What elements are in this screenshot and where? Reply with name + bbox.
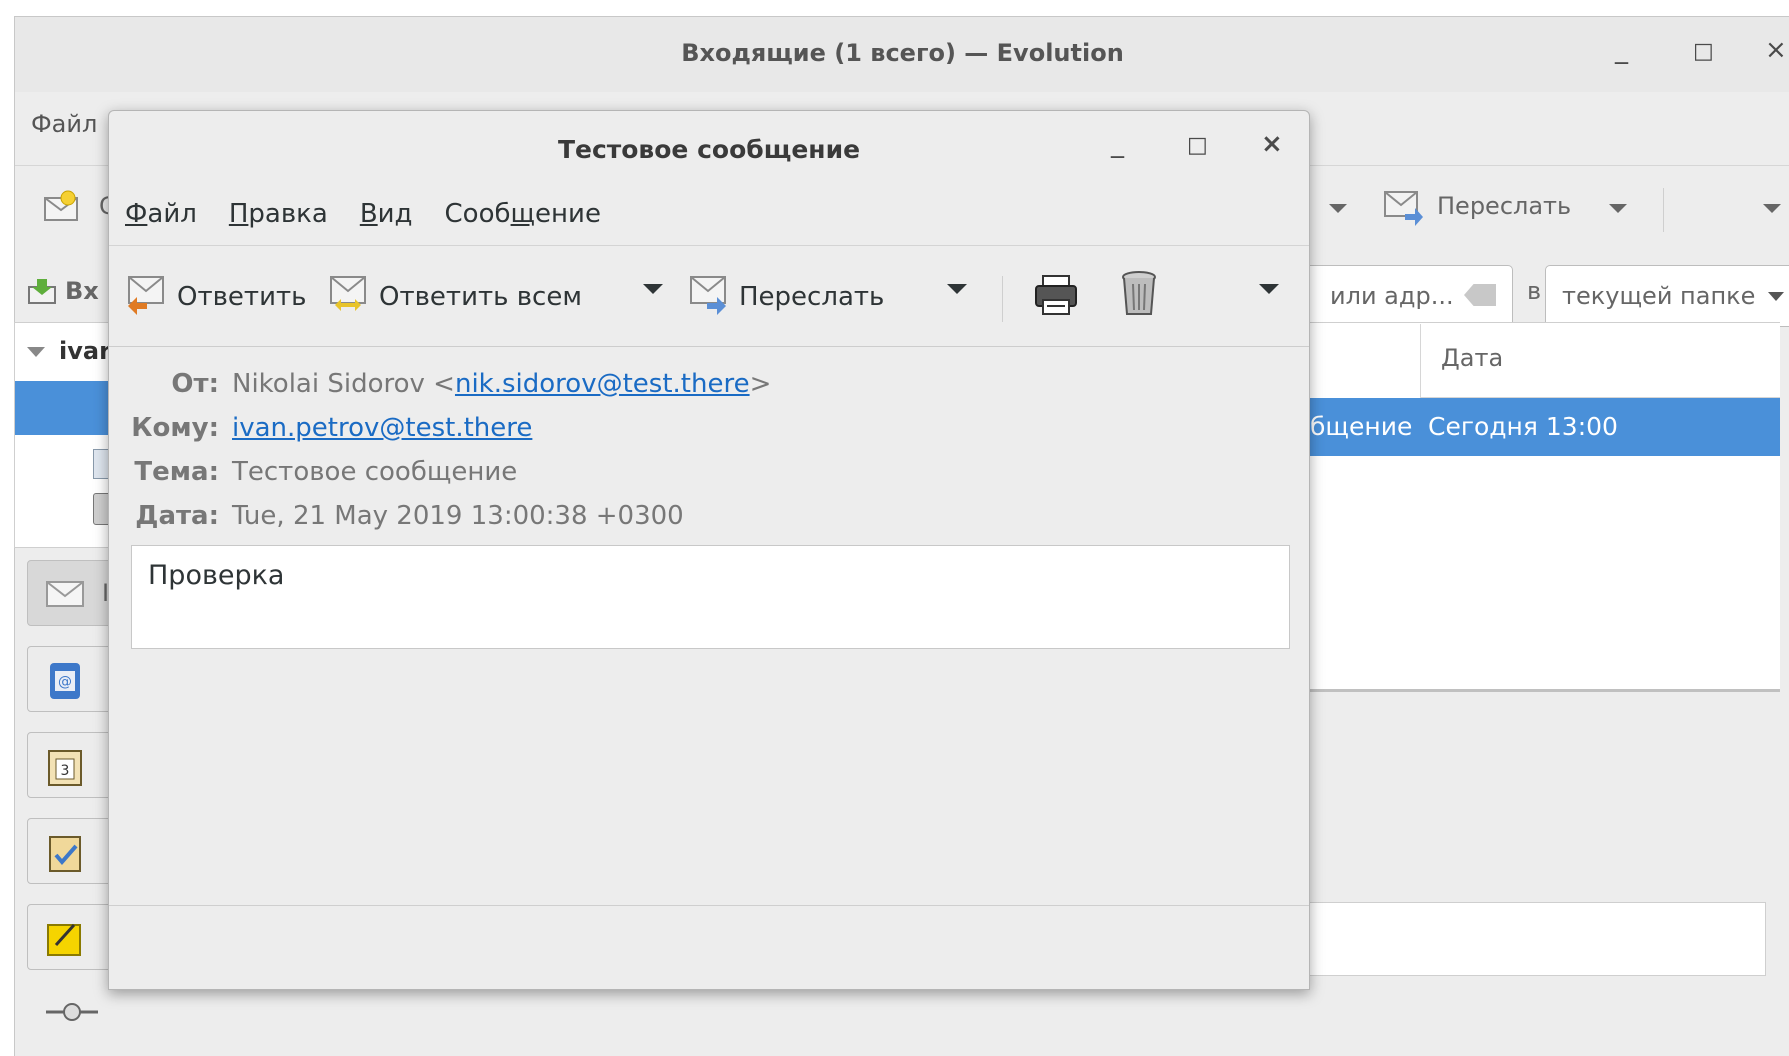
new-message-icon[interactable]: [43, 190, 81, 224]
memos-icon: [46, 919, 84, 957]
header-from-label: От:: [171, 369, 219, 399]
search-in-label: в: [1527, 277, 1542, 305]
reply-dropdown-arrow[interactable]: [1329, 204, 1347, 213]
from-email-link[interactable]: nik.sidorov@test.there: [455, 369, 750, 399]
header-subject-value: Тестовое сообщение: [232, 457, 518, 487]
switcher-calendar[interactable]: 3: [27, 732, 117, 798]
dialog-title: Тестовое сообщение: [557, 135, 861, 164]
print-icon[interactable]: [1033, 272, 1079, 318]
main-menu-file[interactable]: Файл: [31, 110, 97, 138]
folder-tree: ivar: [14, 322, 115, 548]
header-from-value: Nikolai Sidorov <nik.sidorov@test.there>: [232, 369, 772, 399]
message-subject-cell: бщение: [1310, 412, 1413, 441]
dialog-statusbar: [109, 905, 1309, 989]
clear-search-icon[interactable]: [1464, 284, 1496, 306]
chevron-down-icon: [1768, 292, 1784, 301]
search-scope-value: текущей папке: [1562, 282, 1756, 310]
switcher-handle-icon[interactable]: [44, 1000, 100, 1024]
account-name[interactable]: ivar: [59, 337, 111, 365]
header-from-row: От: Nikolai Sidorov <nik.sidorov@test.th…: [109, 369, 1289, 409]
menu-edit[interactable]: Правка: [229, 199, 328, 229]
search-scope-select[interactable]: текущей папке: [1545, 265, 1789, 327]
column-date-label: Дата: [1441, 344, 1504, 372]
menu-view[interactable]: Вид: [360, 199, 413, 229]
reply-all-dropdown-arrow[interactable]: [643, 284, 663, 294]
mail-icon: [46, 581, 84, 607]
search-input-text: или адр...: [1330, 282, 1454, 310]
header-date-row: Дата: Tue, 21 May 2019 13:00:38 +0300: [109, 501, 1289, 541]
main-close-button[interactable]: ×: [1765, 37, 1787, 63]
main-window-title: Входящие (1 всего) — Evolution: [681, 39, 1124, 67]
svg-text:3: 3: [61, 763, 70, 779]
svg-text:@: @: [58, 674, 72, 690]
main-maximize-button[interactable]: □: [1693, 41, 1714, 63]
header-date-label: Дата:: [135, 501, 219, 531]
contacts-icon: @: [46, 661, 84, 701]
forward-icon[interactable]: [1383, 186, 1423, 226]
to-email-link[interactable]: ivan.petrov@test.there: [232, 413, 532, 443]
dialog-maximize-button[interactable]: □: [1187, 135, 1208, 157]
toolbar-overflow-arrow[interactable]: [1259, 284, 1279, 294]
switcher-memos[interactable]: [27, 904, 117, 970]
switcher-contacts[interactable]: @: [27, 646, 117, 712]
search-input[interactable]: или адр...: [1301, 265, 1513, 327]
dialog-menubar: Файл Правка Вид Сообщение: [125, 199, 601, 229]
reply-all-icon: [327, 273, 369, 322]
header-subject-label: Тема:: [134, 457, 219, 487]
reply-label: Ответить: [177, 282, 307, 312]
menu-file[interactable]: Файл: [125, 199, 197, 229]
menu-message[interactable]: Сообщение: [445, 199, 601, 229]
message-body: Проверка: [131, 545, 1290, 649]
column-header-date[interactable]: Дата: [1420, 324, 1780, 398]
switcher-mail[interactable]: I: [27, 560, 117, 626]
forward-button[interactable]: Переслать: [687, 272, 884, 322]
forward-label: Переслать: [739, 282, 885, 312]
main-minimize-button[interactable]: _: [1615, 37, 1628, 63]
toolbar-separator: [1002, 276, 1003, 322]
reply-button[interactable]: Ответить: [125, 272, 306, 322]
toolbar-separator: [1663, 188, 1664, 232]
main-forward-label[interactable]: Переслать: [1437, 192, 1571, 220]
main-titlebar: Входящие (1 всего) — Evolution _ □ ×: [15, 17, 1789, 92]
dialog-toolbar: Ответить Ответить всем Переслать: [109, 245, 1309, 347]
forward-icon: [687, 273, 729, 322]
message-date-cell: Сегодня 13:00: [1428, 412, 1618, 441]
table-row[interactable]: бщение Сегодня 13:00: [1300, 398, 1780, 456]
dialog-close-button[interactable]: ×: [1261, 131, 1283, 157]
dialog-minimize-button[interactable]: _: [1111, 131, 1124, 157]
reply-all-button[interactable]: Ответить всем: [327, 272, 582, 322]
inbox-label: Вх: [65, 277, 99, 305]
reply-icon: [125, 273, 167, 322]
folder-inbox-row[interactable]: [15, 381, 115, 435]
header-to-row: Кому: ivan.petrov@test.there: [109, 413, 1289, 453]
header-date-value: Tue, 21 May 2019 13:00:38 +0300: [232, 501, 684, 531]
tasks-icon: [46, 831, 84, 873]
reply-all-label: Ответить всем: [379, 282, 582, 312]
calendar-icon: 3: [46, 745, 84, 787]
inbox-icon: [27, 277, 57, 307]
forward-dropdown-arrow[interactable]: [1609, 204, 1627, 213]
trash-icon[interactable]: [1119, 270, 1159, 318]
expander-icon[interactable]: [27, 347, 45, 357]
toolbar-overflow-arrow[interactable]: [1763, 204, 1781, 213]
forward-dropdown-arrow[interactable]: [947, 284, 967, 294]
header-subject-row: Тема: Тестовое сообщение: [109, 457, 1289, 497]
header-to-label: Кому:: [131, 413, 219, 443]
switcher-tasks[interactable]: [27, 818, 117, 884]
preview-pane: [1300, 902, 1766, 976]
message-window: Тестовое сообщение _ □ × Файл Правка Вид…: [108, 110, 1310, 990]
